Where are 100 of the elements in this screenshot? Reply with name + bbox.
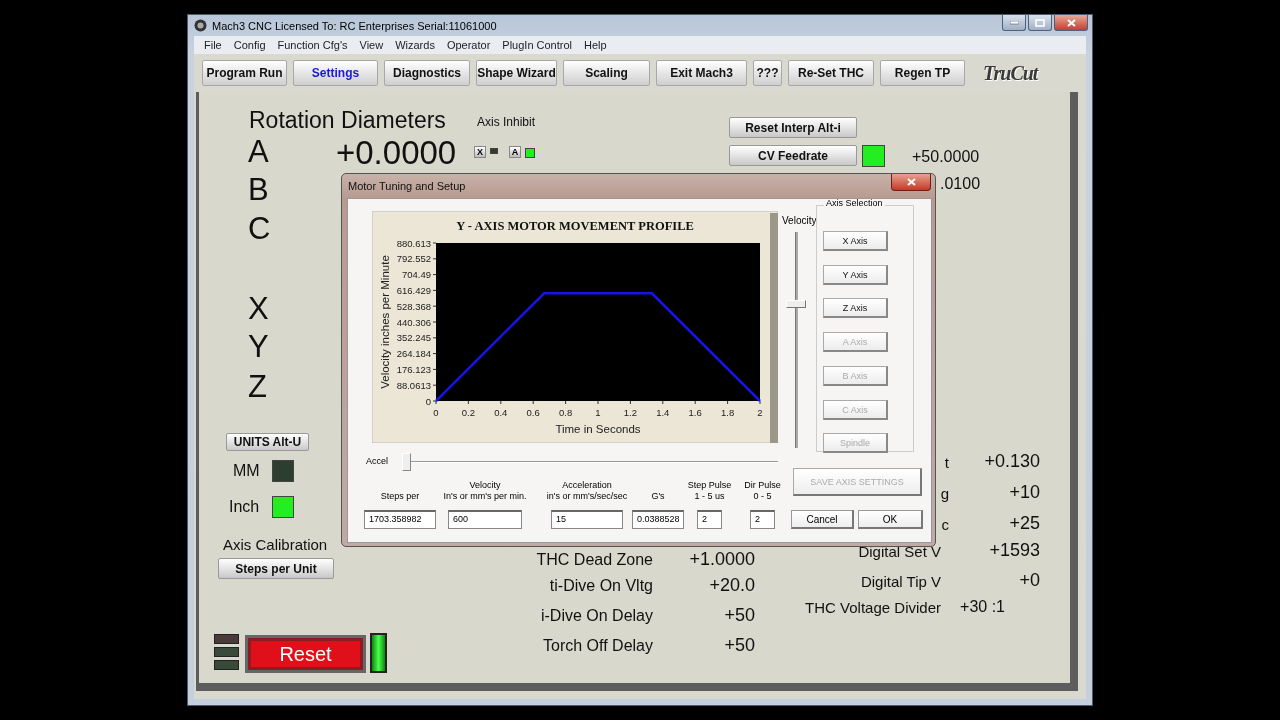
nav-tab[interactable]: ??? (753, 60, 782, 86)
slider-thumb[interactable] (786, 300, 806, 308)
rotation-value: +0.0000 (336, 136, 457, 169)
group-title: Axis Selection (824, 199, 885, 209)
param-label: g (940, 486, 949, 501)
slider-thumb[interactable] (402, 453, 411, 471)
param-value: +1593 (989, 541, 1040, 559)
accel-slider[interactable] (402, 453, 778, 471)
app-icon (194, 19, 207, 32)
dialog-button[interactable]: OK (858, 510, 923, 529)
nav-tab[interactable]: Scaling (563, 60, 650, 86)
chart-title: Y - AXIS MOTOR MOVEMENT PROFILE (456, 219, 694, 233)
nav-tab[interactable]: Regen TP (880, 60, 965, 86)
param-label: THC Dead Zone (536, 552, 653, 568)
input-field[interactable]: 2 (750, 510, 775, 529)
input-field[interactable]: 600 (448, 510, 522, 529)
minimize-button[interactable] (1002, 15, 1026, 31)
axis-button[interactable]: Y Axis (823, 265, 888, 285)
tick-label: 704.49 (401, 269, 431, 281)
inhibit-button[interactable]: A (509, 146, 521, 158)
tick-label: 1.6 (688, 407, 702, 418)
tick-label: 1.8 (721, 407, 735, 418)
tick-label: 1.4 (656, 407, 670, 418)
steps-per-unit-button[interactable]: Steps per Unit (218, 558, 334, 579)
tick-label: 0.4 (494, 407, 508, 418)
input-field[interactable]: 0.0388528 (632, 510, 684, 529)
unit-label: Inch (229, 499, 260, 515)
tick-label: 1 (595, 407, 601, 418)
maximize-button[interactable] (1028, 15, 1052, 31)
reset-interp-button[interactable]: Reset Interp Alt-i (729, 117, 857, 138)
slider-label: Accel (366, 457, 388, 467)
param-value: +0.130 (984, 452, 1040, 470)
cv-feedrate-button[interactable]: CV Feedrate (729, 145, 857, 166)
reset-button[interactable]: Reset (245, 635, 366, 673)
axis-label: B (248, 174, 269, 205)
close-button[interactable] (1054, 15, 1088, 31)
param-value: +50 (724, 606, 755, 624)
axis-label: A (248, 136, 269, 167)
field-label: G's (651, 490, 665, 502)
menu-item[interactable]: Function Cfg's (277, 39, 348, 51)
inhibit-button[interactable]: X (474, 146, 486, 158)
param-value: +50 (724, 636, 755, 654)
axis-label: C (248, 213, 271, 244)
tick-label: 0.2 (461, 407, 475, 418)
close-icon (1066, 18, 1076, 27)
velocity-slider[interactable] (786, 232, 808, 448)
close-button[interactable] (891, 174, 931, 191)
menu-item[interactable]: View (359, 39, 384, 51)
tick-label: 0 (425, 395, 431, 407)
maximize-icon (1035, 18, 1045, 27)
tick-label: 352.245 (396, 332, 431, 344)
param-label: Torch Off Delay (543, 638, 653, 654)
tick-label: 176.123 (396, 363, 431, 375)
tick-label: 792.552 (396, 253, 431, 265)
field-note: In's or mm's per min. (443, 490, 527, 502)
menu-item[interactable]: PlugIn Control (502, 39, 573, 51)
menu-item[interactable]: Wizards (395, 39, 435, 51)
menu-item[interactable]: Operator (446, 39, 491, 51)
axis-label: Z (248, 371, 267, 402)
axis-label: X (248, 293, 269, 324)
param-value: +20.0 (709, 576, 755, 594)
unit-label: MM (233, 463, 260, 479)
nav-tab[interactable]: Re-Set THC (788, 60, 874, 86)
input-field[interactable]: 1703.358982 (364, 510, 436, 529)
section-title: Axis Inhibit (477, 116, 536, 128)
nav-tab[interactable]: Program Run (202, 60, 287, 86)
param-value: +30 :1 (960, 599, 1005, 615)
field-note: 1 - 5 us (694, 490, 725, 502)
window-title: Mach3 CNC Licensed To: RC Enterprises Serial:11061000 (212, 19, 497, 32)
minimize-icon (1009, 20, 1019, 25)
axis-label: Y (248, 331, 269, 362)
input-field[interactable]: 2 (697, 510, 722, 529)
nav-tab[interactable]: Settings (293, 60, 378, 86)
tick-label: 2 (757, 407, 763, 418)
menu-item[interactable]: Help (584, 39, 607, 51)
menu-item[interactable]: Config (233, 39, 266, 51)
tick-label: 264.184 (396, 348, 431, 360)
menu-item[interactable]: File (204, 39, 222, 51)
axis-button[interactable]: Z Axis (823, 298, 888, 318)
tick-label: 528.368 (396, 300, 431, 312)
indicator-bar (214, 660, 239, 670)
axis-button[interactable]: X Axis (823, 231, 888, 251)
feedrate-value: +50.0000 (912, 149, 980, 165)
close-icon (906, 178, 916, 186)
field-label: Steps per (380, 490, 420, 502)
dialog-button[interactable]: Cancel (791, 510, 854, 529)
axis-title: Time in Seconds (555, 423, 641, 435)
units-button[interactable]: UNITS Alt-U (226, 433, 309, 451)
param-label: Digital Tip V (860, 574, 941, 589)
indicator-bar (214, 634, 239, 644)
field-label: Velocity (469, 479, 501, 491)
input-field[interactable]: 15 (551, 510, 623, 529)
nav-tab[interactable]: Shape Wizard (476, 60, 557, 86)
param-label: t (944, 455, 949, 470)
param-label: THC Voltage Divider (805, 600, 941, 615)
logo: TruCut (982, 61, 1040, 85)
nav-tab[interactable]: Diagnostics (384, 60, 470, 86)
param-label: ti-Dive On Vltg (549, 578, 653, 594)
indicator-bar (214, 647, 239, 657)
nav-tab[interactable]: Exit Mach3 (656, 60, 747, 86)
